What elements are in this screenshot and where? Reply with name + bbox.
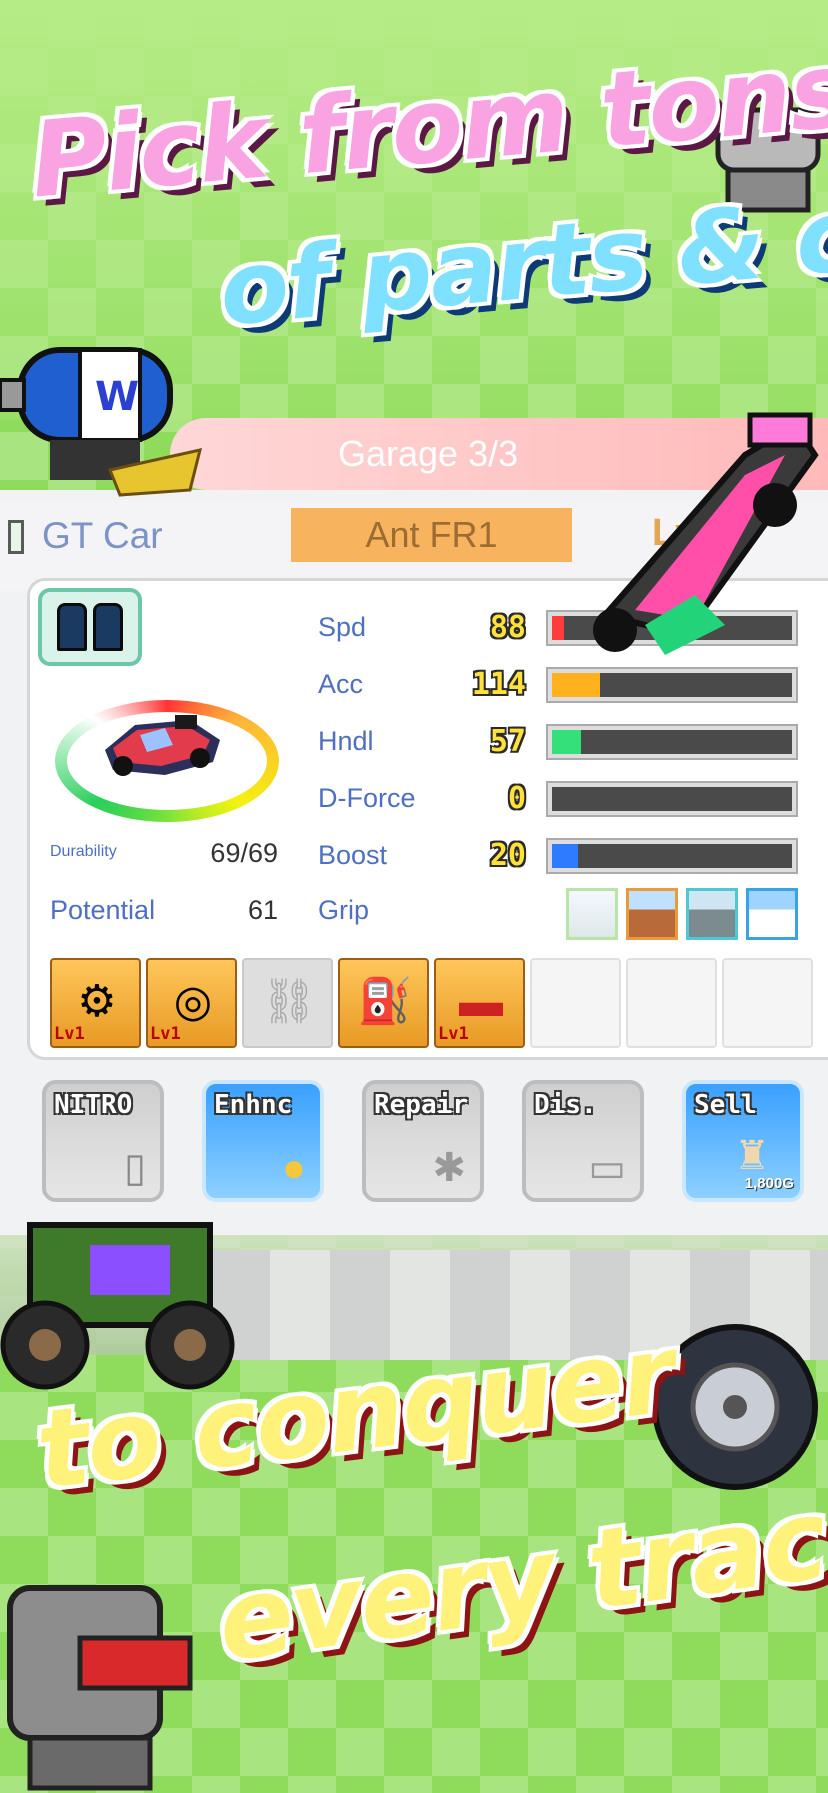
part-slot-7[interactable] [626,958,717,1048]
tire-icon: ◎ [173,977,213,1026]
sell-button[interactable]: Sell ♜ 1,800G [682,1080,804,1202]
class-marker-icon [8,520,24,554]
v8-engine-icon [7,1585,193,1791]
stat-bar-fill [552,844,579,868]
stat-bar-d-force [546,781,798,817]
nitro-tank-icon: ▯ [123,1146,146,1190]
part-slot-3[interactable]: ⛓ [242,958,333,1048]
tire-type-icon[interactable] [38,588,142,666]
grip-label: Grip [318,895,370,925]
repair-label: Repair [374,1090,468,1120]
part-level: Lv1 [150,1024,181,1044]
part-slot-2[interactable]: ◎ Lv1 [146,958,237,1048]
oil-can-icon: ⛽ [357,977,413,1026]
repair-button[interactable]: Repair ✱ [362,1080,484,1202]
part-level: Lv1 [54,1024,85,1044]
engine-icon: ⚙ [77,977,117,1026]
stat-value-spd: 88 [489,610,526,645]
egg-icon: ● [281,1146,306,1190]
snow-icon [746,888,798,940]
road-icon [566,888,618,940]
part-slot-4[interactable]: ⛽ [338,958,429,1048]
svg-text:W: W [95,374,139,420]
dismantle-button[interactable]: Dis. ▭ [522,1080,644,1202]
stat-bar-fill [552,730,581,754]
car-name: Ant FR1 [365,514,498,555]
gravel-icon [686,888,738,940]
race-car-icon [105,715,220,776]
formula-car-icon [593,412,819,655]
stat-label-boost: Boost [318,840,388,870]
laptop-icon: ▭ [588,1146,626,1190]
sell-label: Sell [694,1090,757,1120]
part-slot-5[interactable]: ▬ Lv1 [434,958,525,1048]
stat-label-spd: Spd [318,612,367,642]
durability-value: 69/69 [210,838,278,868]
potential-value: 61 [247,895,278,925]
part-slot-1[interactable]: ⚙ Lv1 [50,958,141,1048]
enhance-label: Enhnc [214,1090,293,1120]
stat-bar-fill [552,616,564,640]
car-name-button[interactable]: Ant FR1 [291,508,572,562]
car-class-label: GT Car [42,515,163,556]
nitro-canister-icon: W [0,347,203,497]
nitro-button[interactable]: NITRO ▯ [42,1080,164,1202]
stat-bar-fill [552,673,600,697]
durability-label: Durability [50,843,117,860]
sell-price: 1,800G [744,1175,794,1192]
dismantle-label: Dis. [534,1090,597,1120]
stat-label-hndl: Hndl [318,726,374,756]
stat-value-acc: 114 [471,667,526,702]
part-slot-6[interactable] [530,958,621,1048]
wrench-icon: ✱ [432,1146,466,1190]
money-bag-icon: ♜ [734,1134,770,1178]
enhance-button[interactable]: Enhnc ● [202,1080,324,1202]
stat-value-boost: 20 [489,838,526,873]
stat-bar-boost [546,838,798,874]
part-slot-8[interactable] [722,958,813,1048]
nitro-label: NITRO [54,1090,133,1120]
stat-bar-hndl [546,724,798,760]
stat-label-acc: Acc [318,669,364,699]
garage-title: Garage 3/3 [338,433,519,474]
stat-label-d-force: D-Force [318,783,416,813]
stat-value-hndl: 57 [489,724,526,759]
part-level: Lv1 [438,1024,469,1044]
dirt-icon [626,888,678,940]
potential-label: Potential [50,895,156,925]
chain-icon: ⛓ [261,977,317,1026]
exhaust-icon: ▬ [459,977,503,1026]
stat-value-d-force: 0 [507,781,526,816]
stat-bar-acc [546,667,798,703]
